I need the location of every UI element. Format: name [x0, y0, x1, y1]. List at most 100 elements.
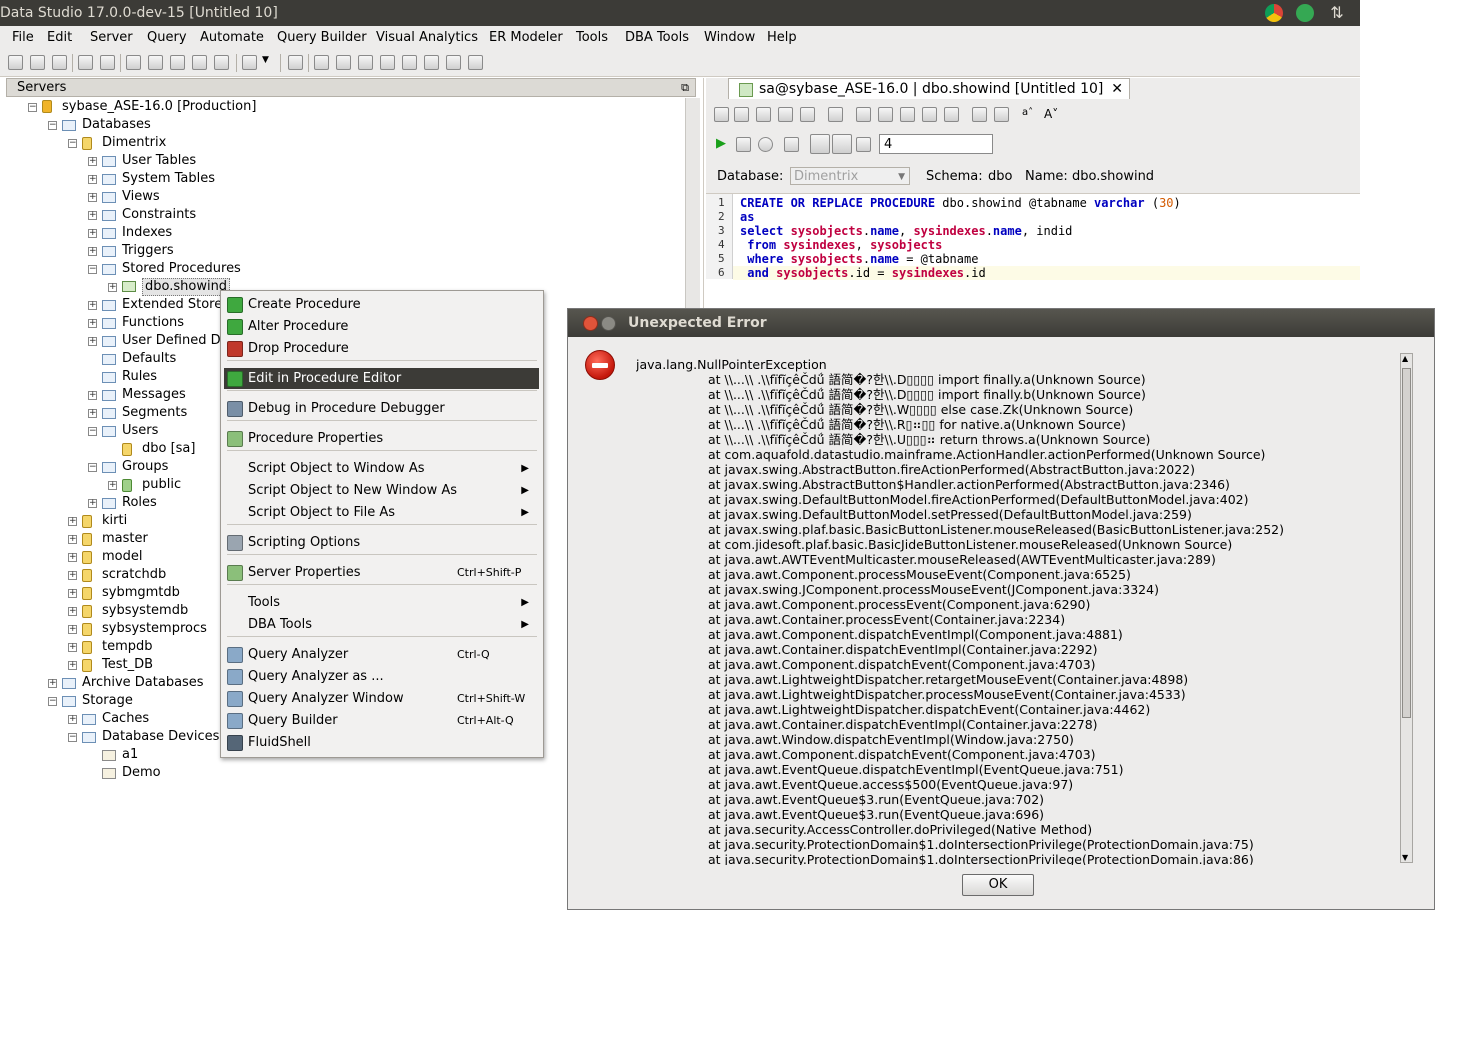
network-arrows-icon[interactable]: ⇅: [1328, 4, 1346, 22]
toolbar-button[interactable]: [8, 55, 23, 70]
menu-item-scripting-options[interactable]: Scripting Options: [224, 532, 539, 553]
expand-icon[interactable]: +: [88, 391, 97, 400]
menu-item-debug-in-procedure-debugger[interactable]: Debug in Procedure Debugger: [224, 398, 539, 419]
find-next-icon[interactable]: [994, 107, 1009, 122]
expand-icon[interactable]: +: [88, 247, 97, 256]
stack-trace-scrollbar[interactable]: ▲ ▼: [1400, 353, 1413, 863]
collapse-icon[interactable]: −: [48, 697, 57, 706]
menu-help[interactable]: Help: [767, 30, 797, 45]
toolbar-button[interactable]: [756, 107, 771, 122]
menu-window[interactable]: Window: [704, 30, 755, 45]
expand-icon[interactable]: +: [88, 409, 97, 418]
minimize-window-icon[interactable]: [601, 316, 616, 331]
tree-row-databases-node[interactable]: − Databases: [0, 116, 684, 134]
collapse-icon[interactable]: −: [48, 121, 57, 130]
copy-icon[interactable]: [878, 107, 893, 122]
expand-icon[interactable]: +: [68, 607, 77, 616]
collapse-icon[interactable]: −: [68, 733, 77, 742]
expand-icon[interactable]: +: [108, 283, 117, 292]
expand-icon[interactable]: +: [68, 553, 77, 562]
execute-icon[interactable]: ▶: [716, 136, 726, 151]
toolbar-button[interactable]: [192, 55, 207, 70]
toolbar-button[interactable]: [214, 55, 229, 70]
tree-row-triggers-node[interactable]: + Triggers: [0, 242, 684, 260]
toolbar-button[interactable]: [148, 55, 163, 70]
expand-icon[interactable]: +: [68, 589, 77, 598]
tree-row-indexes-node[interactable]: + Indexes: [0, 224, 684, 242]
toolbar-button[interactable]: [314, 55, 329, 70]
toolbar-button[interactable]: [100, 55, 115, 70]
collapse-icon[interactable]: −: [88, 265, 97, 274]
menu-item-script-object-to-file-as[interactable]: Script Object to File As ▶: [224, 502, 539, 523]
row-limit-input[interactable]: 4: [879, 134, 993, 154]
close-tab-icon[interactable]: ✕: [1111, 79, 1123, 99]
menu-server[interactable]: Server: [90, 30, 133, 45]
toolbar-button[interactable]: [288, 55, 303, 70]
toolbar-button[interactable]: [30, 55, 45, 70]
scrollbar-thumb[interactable]: [1402, 368, 1411, 718]
menu-item-drop-procedure[interactable]: Drop Procedure: [224, 338, 539, 359]
scroll-up-icon[interactable]: ▲: [1402, 354, 1408, 363]
menu-item-alter-procedure[interactable]: Alter Procedure: [224, 316, 539, 337]
dropdown-arrow-icon[interactable]: ▼: [262, 55, 277, 70]
toolbar-button[interactable]: [778, 107, 793, 122]
toolbar-button[interactable]: [468, 55, 483, 70]
collapse-icon[interactable]: −: [88, 427, 97, 436]
menu-automate[interactable]: Automate: [200, 30, 264, 45]
sql-code-editor[interactable]: 1 2 3 4 5 6 CREATE OR REPLACE PROCEDURE …: [706, 193, 1360, 280]
menu-query[interactable]: Query: [147, 30, 187, 45]
menu-item-query-builder[interactable]: Query Builder Ctrl+Alt-Q: [224, 710, 539, 731]
undo-icon[interactable]: [922, 107, 937, 122]
tree-row-user-tables-node[interactable]: + User Tables: [0, 152, 684, 170]
tree-row-server-node[interactable]: − sybase_ASE-16.0 [Production]: [0, 98, 684, 116]
toolbar-button[interactable]: [856, 137, 871, 152]
expand-icon[interactable]: +: [68, 643, 77, 652]
menu-item-edit-in-procedure-editor[interactable]: Edit in Procedure Editor: [224, 368, 539, 389]
redo-icon[interactable]: [944, 107, 959, 122]
stop-icon[interactable]: [758, 137, 773, 152]
menu-item-script-object-to-window-as[interactable]: Script Object to Window As ▶: [224, 458, 539, 479]
toolbar-button[interactable]: [380, 55, 395, 70]
hangouts-icon[interactable]: [1296, 4, 1314, 22]
menu-edit[interactable]: Edit: [47, 30, 72, 45]
tab-procedure-editor[interactable]: sa@sybase_ASE-16.0 | dbo.showind [Untitl…: [728, 78, 1130, 99]
scroll-down-icon[interactable]: ▼: [1402, 853, 1408, 862]
expand-icon[interactable]: +: [88, 319, 97, 328]
menu-item-tools[interactable]: Tools ▶: [224, 592, 539, 613]
toolbar-button[interactable]: [126, 55, 141, 70]
font-decrease-icon[interactable]: A˅: [1044, 107, 1059, 122]
menu-file[interactable]: File: [12, 30, 34, 45]
execute-step-icon[interactable]: [736, 137, 751, 152]
menu-item-query-analyzer-window[interactable]: Query Analyzer Window Ctrl+Shift-W: [224, 688, 539, 709]
tree-row-database-node[interactable]: − Dimentrix: [0, 134, 684, 152]
menu-item-fluidshell[interactable]: FluidShell: [224, 732, 539, 753]
toolbar-button[interactable]: [828, 107, 843, 122]
expand-icon[interactable]: +: [68, 571, 77, 580]
expand-icon[interactable]: +: [88, 301, 97, 310]
expand-icon[interactable]: +: [68, 517, 77, 526]
menu-item-procedure-properties[interactable]: Procedure Properties: [224, 428, 539, 449]
expand-icon[interactable]: +: [68, 535, 77, 544]
expand-icon[interactable]: +: [88, 193, 97, 202]
menu-item-query-analyzer-as[interactable]: Query Analyzer as ...: [224, 666, 539, 687]
database-select[interactable]: Dimentrix ▼: [790, 167, 910, 185]
expand-icon[interactable]: +: [88, 229, 97, 238]
tree-row-constraints-node[interactable]: + Constraints: [0, 206, 684, 224]
find-icon[interactable]: [972, 107, 987, 122]
menu-item-query-analyzer[interactable]: Query Analyzer Ctrl-Q: [224, 644, 539, 665]
menu-tools[interactable]: Tools: [576, 30, 608, 45]
expand-icon[interactable]: +: [68, 625, 77, 634]
font-increase-icon[interactable]: a˄: [1022, 107, 1037, 122]
cut-icon[interactable]: [856, 107, 871, 122]
menu-item-script-object-to-new-window-as[interactable]: Script Object to New Window As ▶: [224, 480, 539, 501]
expand-icon[interactable]: +: [68, 715, 77, 724]
toolbar-button[interactable]: [402, 55, 417, 70]
toolbar-button[interactable]: [52, 55, 67, 70]
ok-button[interactable]: OK: [962, 874, 1034, 896]
tree-row-stored-procedures-node[interactable]: − Stored Procedures: [0, 260, 684, 278]
expand-icon[interactable]: +: [88, 175, 97, 184]
toolbar-button[interactable]: [170, 55, 185, 70]
tree-row-views-node[interactable]: + Views: [0, 188, 684, 206]
menu-dba-tools[interactable]: DBA Tools: [625, 30, 689, 45]
toolbar-button[interactable]: [242, 55, 257, 70]
